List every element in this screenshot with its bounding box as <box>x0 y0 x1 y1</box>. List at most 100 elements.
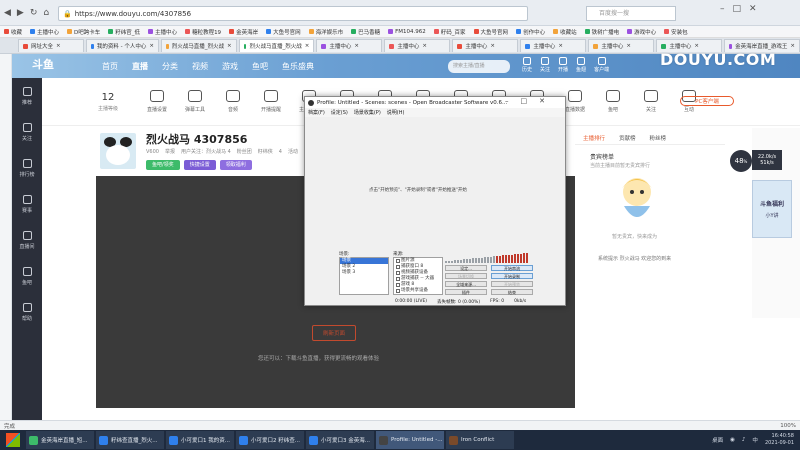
obs-button[interactable]: 全域来源... <box>445 281 487 287</box>
tab-close-icon[interactable]: × <box>694 43 699 49</box>
start-icon[interactable] <box>6 433 20 447</box>
bookmark-item[interactable]: 收藏 <box>4 28 22 36</box>
bookmark-item[interactable]: 巴马香糖 <box>351 28 380 36</box>
promo-card[interactable]: 斗鱼福利 小Y讲 <box>752 180 792 238</box>
forward-icon[interactable]: ▶ <box>17 8 24 18</box>
nav-item[interactable]: 鱼吧 <box>252 61 268 72</box>
tool-button[interactable]: 音频 <box>214 90 252 113</box>
tool-button[interactable]: 鱼吧 <box>594 90 632 113</box>
header-icon-button[interactable]: 关注 <box>540 57 550 73</box>
tab-close-icon[interactable]: × <box>626 43 631 49</box>
obs-button[interactable]: 开始录制 <box>491 273 533 279</box>
source-checkbox[interactable] <box>396 265 400 269</box>
close-icon[interactable]: ✕ <box>749 4 757 14</box>
obs-button[interactable]: 插件 <box>445 289 487 295</box>
tray-ime-icon[interactable]: 中 <box>752 436 758 444</box>
sidebar-item[interactable]: 帮助 <box>12 294 42 330</box>
browser-tab[interactable]: 主播中心 × <box>520 39 587 52</box>
tab-close-icon[interactable]: × <box>354 43 359 49</box>
rank-tab[interactable]: 主播排行 <box>583 134 605 142</box>
taskbar-item[interactable]: 小可爱口1 我的资... <box>166 431 234 449</box>
bookmark-item[interactable]: 大鱼号官网 <box>473 28 508 36</box>
obs-button[interactable]: 结束 <box>491 289 533 295</box>
obs-menu-item[interactable]: 场景收集(P) <box>354 109 381 116</box>
clock[interactable]: 16:40:58 2021-09-01 <box>765 433 794 447</box>
nav-item[interactable]: 分类 <box>162 61 178 72</box>
browser-tab[interactable]: 我的资料 - 个人中心 × <box>86 39 159 52</box>
browser-search-input[interactable]: 百度搜一搜 <box>586 6 676 21</box>
obs-button[interactable]: 设定... <box>445 265 487 271</box>
taskbar-item[interactable]: Iron Conflict <box>446 431 514 449</box>
tab-close-icon[interactable]: × <box>305 43 310 49</box>
sidebar-item[interactable]: 排行榜 <box>12 150 42 186</box>
bookmark-item[interactable]: 大鱼号官网 <box>266 28 301 36</box>
obs-button[interactable]: 场景切换 <box>445 273 487 279</box>
streamer-avatar[interactable] <box>98 131 138 171</box>
sidebar-item[interactable]: 直播间 <box>12 222 42 258</box>
nav-item[interactable]: 首页 <box>102 61 118 72</box>
source-checkbox[interactable] <box>396 289 400 293</box>
maximize-icon[interactable]: □ <box>733 4 742 14</box>
browser-tab[interactable]: 主播中心 × <box>316 39 383 52</box>
nav-item[interactable]: 游戏 <box>222 61 238 72</box>
obs-menu-item[interactable]: 档案(F) <box>308 109 325 116</box>
browser-tab[interactable]: 烈火战马直播_烈火战 × <box>160 39 237 52</box>
tray-volume-icon[interactable]: ♪ <box>742 437 746 443</box>
sidebar-item[interactable]: 推荐 <box>12 78 42 114</box>
nav-item[interactable]: 直播 <box>132 61 148 72</box>
bookmark-item[interactable]: 铁树广播电 <box>584 28 619 36</box>
nav-item[interactable]: 视频 <box>192 61 208 72</box>
browser-tab[interactable]: 主播中心 × <box>452 39 519 52</box>
room-meta-item[interactable]: 用户关注：烈火战马 4 <box>181 148 231 155</box>
browser-tab[interactable]: 主播中心 × <box>588 39 655 52</box>
tab-close-icon[interactable]: × <box>149 43 154 49</box>
source-checkbox[interactable] <box>396 271 400 275</box>
tool-button[interactable]: 弹幕工具 <box>176 90 214 113</box>
obs-button[interactable]: 开始预览 <box>491 281 533 287</box>
tab-close-icon[interactable]: × <box>558 43 563 49</box>
bookmark-item[interactable]: 主播中心 <box>30 28 59 36</box>
bookmark-item[interactable]: D吧跨卡车 <box>67 28 100 36</box>
tool-button[interactable]: 关注 <box>632 90 670 113</box>
header-icon-button[interactable]: 历史 <box>522 57 532 73</box>
player-reload-button[interactable]: 刷新页面 <box>312 325 356 341</box>
bookmark-item[interactable]: 安装包 <box>664 28 688 36</box>
taskbar-item[interactable]: 金英海岸直播_短... <box>26 431 94 449</box>
tool-button[interactable]: 开播提醒 <box>252 90 290 113</box>
bookmark-item[interactable]: 收藏站 <box>553 28 577 36</box>
tray-label[interactable]: 桌面 <box>712 436 723 444</box>
tab-close-icon[interactable]: × <box>56 43 61 49</box>
browser-tab[interactable]: 网址大全 × <box>18 39 84 52</box>
room-meta-item[interactable]: 粉丝团 <box>237 148 252 155</box>
tray-network-icon[interactable]: ◉ <box>730 437 735 443</box>
sidebar-item[interactable]: 赛事 <box>12 186 42 222</box>
taskbar-item[interactable]: Profile: Untitled -... <box>376 431 444 449</box>
bookmark-item[interactable]: 籽纬官_低 <box>108 28 140 36</box>
bookmark-item[interactable]: 创作中心 <box>516 28 545 36</box>
pc-client-button[interactable]: PC客户端 <box>680 96 734 106</box>
obs-window[interactable]: Profile: Untitled - Scenes: scenes - Ope… <box>304 96 566 306</box>
rank-tab[interactable]: 粉丝榜 <box>650 134 667 142</box>
scene-list[interactable]: 场景 场景 2 场景 3 <box>339 257 389 295</box>
browser-tab[interactable]: 主播中心 × <box>384 39 451 52</box>
bookmark-item[interactable]: 游戏中心 <box>627 28 656 36</box>
tab-close-icon[interactable]: × <box>227 43 232 49</box>
tool-button[interactable]: 直播设置 <box>138 90 176 113</box>
taskbar-item[interactable]: 籽纬查直播_烈火... <box>96 431 164 449</box>
bookmark-item[interactable]: FM104.962 <box>388 29 426 35</box>
source-list[interactable]: 图片源 捕获窗口 8 视频捕获设备 游戏捕获 -- 大器 游戏 8 场景共享设备 <box>393 257 443 295</box>
tab-close-icon[interactable]: × <box>790 43 795 49</box>
sidebar-item[interactable]: 关注 <box>12 114 42 150</box>
zoom-level[interactable]: 100% <box>780 423 796 429</box>
browser-tab[interactable]: 烈火战马直播_烈火战 × <box>238 39 315 52</box>
obs-preview[interactable] <box>307 118 563 246</box>
back-icon[interactable]: ◀ <box>4 8 11 18</box>
header-icon-button[interactable]: 鱼翅 <box>576 57 586 73</box>
bookmark-item[interactable]: 海洋娱乐市 <box>308 28 343 36</box>
source-checkbox[interactable] <box>396 259 400 263</box>
obs-button[interactable]: 开始串流 <box>491 265 533 271</box>
tab-close-icon[interactable]: × <box>422 43 427 49</box>
taskbar-item[interactable]: 小可爱口2 籽纬查... <box>236 431 304 449</box>
bookmark-item[interactable]: 糖粒教程19 <box>185 28 221 36</box>
douyu-logo[interactable]: 斗鱼 <box>32 56 92 76</box>
